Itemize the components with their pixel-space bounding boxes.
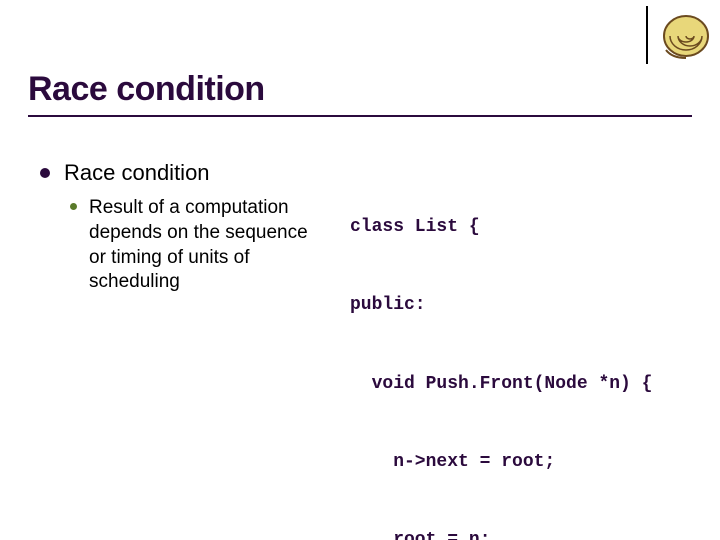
code-line: n->next = root; [350, 449, 700, 475]
code-line: root = n; [350, 527, 700, 540]
bullet-2-text: Result of a computation depends on the s… [89, 196, 329, 295]
title-underline [28, 115, 692, 117]
left-column: Race condition Result of a computation d… [40, 160, 350, 540]
body-area: Race condition Result of a computation d… [40, 160, 700, 540]
code-line: public: [350, 292, 700, 318]
divider [646, 6, 648, 64]
code-block: class List { public: void Push.Front(Nod… [350, 162, 700, 540]
right-column: class List { public: void Push.Front(Nod… [350, 160, 700, 540]
shell-svg [654, 6, 712, 64]
bullet-disc-icon [40, 168, 50, 178]
snail-shell-icon [654, 6, 712, 64]
code-line: class List { [350, 214, 700, 240]
bullet-1-text: Race condition [64, 160, 210, 186]
bullet-disc-icon [70, 203, 77, 210]
bullet-level-2: Result of a computation depends on the s… [70, 196, 350, 295]
title-area: Race condition [28, 70, 692, 117]
code-line: void Push.Front(Node *n) { [350, 371, 700, 397]
slide-title: Race condition [28, 70, 692, 109]
bullet-level-1: Race condition [40, 160, 350, 186]
